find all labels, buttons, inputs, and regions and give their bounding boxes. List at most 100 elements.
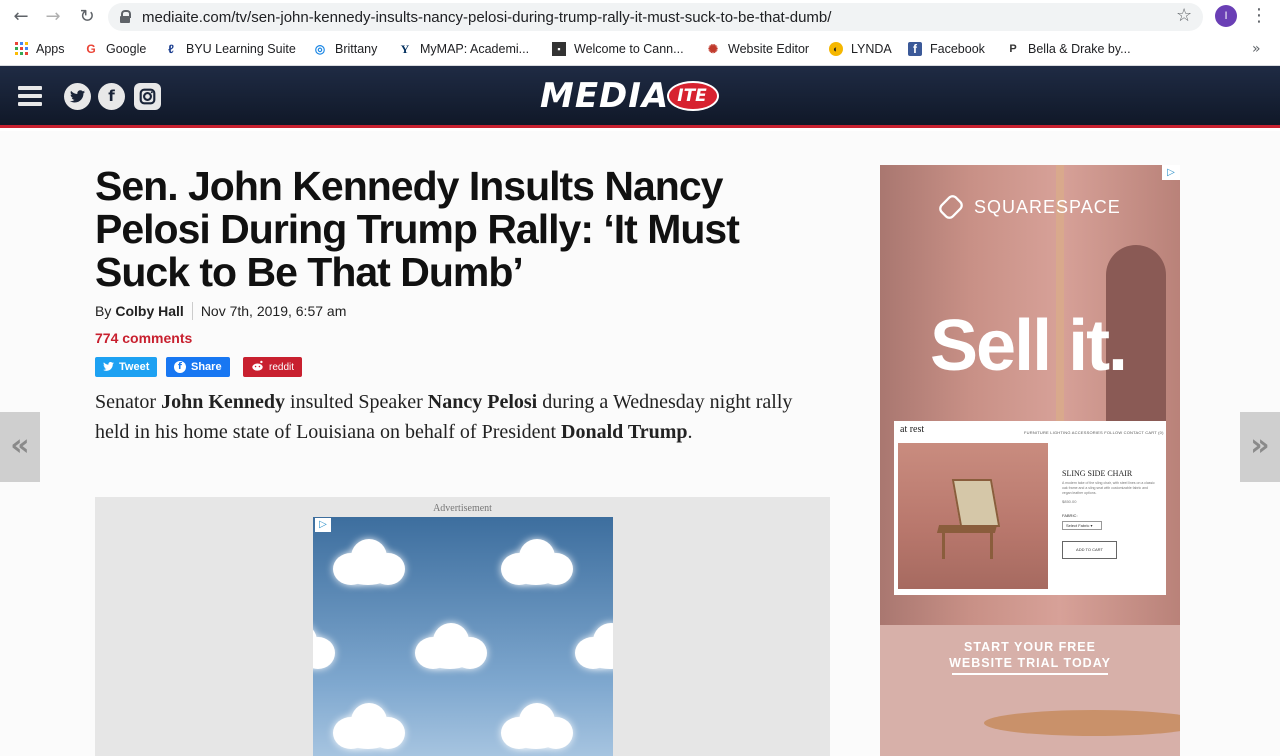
- globe-icon: ◎: [314, 42, 326, 56]
- facebook-icon[interactable]: f: [98, 83, 125, 110]
- product-title: SLING SIDE CHAIR: [1062, 469, 1133, 478]
- article-headline: Sen. John Kennedy Insults Nancy Pelosi D…: [95, 163, 740, 295]
- bookmark-apps[interactable]: Apps: [14, 42, 65, 56]
- bookmark-label: Bella & Drake by...: [1028, 42, 1131, 56]
- product-price: $850.00: [1062, 499, 1077, 504]
- bookmark-mymap[interactable]: Y MyMAP: Academi...: [398, 42, 529, 56]
- squarespace-ad[interactable]: ▷ SQUARESPACE Sell it. at rest FURNITURE…: [880, 165, 1180, 756]
- bookmark-label: Welcome to Cann...: [574, 42, 684, 56]
- share-label: Share: [191, 361, 222, 373]
- lynda-icon: ◐: [829, 42, 843, 56]
- learning-suite-icon: ℓ: [168, 42, 174, 56]
- ad-cta-line1: START YOUR FREE: [964, 640, 1096, 654]
- bookmark-label: Brittany: [335, 42, 378, 56]
- prev-article-arrow[interactable]: «: [0, 412, 40, 482]
- cloud-ad-creative[interactable]: ▷: [313, 517, 613, 756]
- facebook-share-button[interactable]: f Share: [166, 357, 230, 377]
- ad-website-mockup: at rest FURNITURE LIGHTING ACCESSORIES F…: [894, 421, 1166, 595]
- author-link[interactable]: Colby Hall: [115, 303, 183, 319]
- reddit-button[interactable]: reddit: [243, 357, 303, 377]
- bookmark-lynda[interactable]: ◐ LYNDA: [829, 42, 892, 56]
- next-article-arrow[interactable]: »: [1240, 412, 1280, 482]
- adchoices-icon[interactable]: ▷: [1162, 165, 1180, 180]
- comments-link[interactable]: 774 comments: [95, 330, 192, 346]
- lede-text: .: [687, 421, 693, 443]
- squarespace-brand: SQUARESPACE: [974, 196, 1121, 217]
- bookmark-label: BYU Learning Suite: [186, 42, 296, 56]
- browser-toolbar: ← → ↻ mediaite.com/tv/sen-john-kennedy-i…: [0, 0, 1280, 34]
- logo-text: MEDIA: [540, 76, 670, 116]
- adchoices-icon[interactable]: ▷: [315, 518, 331, 532]
- bookmark-label: Website Editor: [728, 42, 810, 56]
- byu-y-icon: Y: [400, 42, 410, 56]
- bookmark-label: Facebook: [930, 42, 985, 56]
- profile-avatar[interactable]: I: [1215, 5, 1237, 27]
- bookmark-website-editor[interactable]: ✺ Website Editor: [706, 42, 809, 56]
- ad-headline: Sell it.: [930, 306, 1128, 386]
- bookmark-label: MyMAP: Academi...: [420, 42, 530, 56]
- cannon-icon: ▪: [552, 42, 566, 56]
- squarespace-logo: SQUARESPACE: [936, 192, 1121, 222]
- mockup-site-logo: at rest: [900, 424, 925, 435]
- tweet-button[interactable]: Tweet: [95, 357, 158, 377]
- cloud-shape: [501, 539, 573, 585]
- fabric-select: Select Fabric ▾: [1062, 521, 1102, 530]
- twitter-bird-icon: [103, 361, 114, 374]
- article-lede: Senator John Kennedy insulted Speaker Na…: [95, 387, 815, 447]
- cloud-shape: [415, 623, 487, 669]
- ad-cta-line2: WEBSITE TRIAL TODAY: [949, 656, 1111, 670]
- mockup-site-nav: FURNITURE LIGHTING ACCESSORIES FOLLOW CO…: [1024, 430, 1164, 435]
- p-icon: P: [1009, 43, 1017, 55]
- add-to-cart-button: ADD TO CART: [1062, 541, 1117, 559]
- bookmark-brittany[interactable]: ◎ Brittany: [313, 42, 378, 56]
- dots-icon: [894, 413, 914, 426]
- address-bar[interactable]: mediaite.com/tv/sen-john-kennedy-insults…: [108, 3, 1203, 31]
- bookmark-facebook[interactable]: f Facebook: [908, 42, 985, 56]
- reload-icon[interactable]: ↻: [76, 6, 98, 28]
- bookmark-label: LYNDA: [851, 42, 892, 56]
- squarespace-mark-icon: [936, 192, 966, 222]
- bookmarks-overflow-icon[interactable]: »: [1252, 41, 1261, 57]
- google-icon: G: [86, 42, 96, 56]
- ad-label: Advertisement: [433, 503, 492, 514]
- fabric-label: FABRIC:: [1062, 513, 1078, 518]
- site-header: f MEDIA ITE: [0, 66, 1280, 128]
- cloud-shape: [501, 703, 573, 749]
- tweet-label: Tweet: [119, 361, 150, 373]
- bookmark-google[interactable]: G Google: [84, 42, 146, 56]
- lede-text: Senator: [95, 391, 162, 413]
- reddit-label: reddit: [269, 361, 295, 373]
- url-text[interactable]: mediaite.com/tv/sen-john-kennedy-insults…: [142, 9, 831, 26]
- mediaite-logo[interactable]: MEDIA ITE: [540, 76, 719, 116]
- editor-icon: ✺: [707, 42, 719, 56]
- back-arrow-icon[interactable]: ←: [10, 6, 32, 28]
- twitter-icon[interactable]: [64, 83, 91, 110]
- bookmark-cannon[interactable]: ▪ Welcome to Cann...: [552, 42, 684, 56]
- forward-arrow-icon[interactable]: →: [42, 6, 64, 28]
- publish-date: Nov 7th, 2019, 6:57 am: [200, 303, 347, 319]
- instagram-icon[interactable]: [134, 83, 161, 110]
- ad-cta: START YOUR FREE WEBSITE TRIAL TODAY: [880, 639, 1180, 671]
- reddit-alien-icon: [251, 360, 264, 374]
- bookmarks-bar: Apps G Google ℓ BYU Learning Suite ◎ Bri…: [0, 34, 1280, 66]
- inline-ad-container: Advertisement ▷: [95, 497, 830, 756]
- facebook-icon: f: [908, 42, 922, 56]
- lede-bold-name: Nancy Pelosi: [427, 391, 538, 413]
- product-description: A modern take of the sling chair, with s…: [1062, 481, 1155, 495]
- lede-bold-name: Donald Trump: [561, 421, 688, 443]
- cloud-shape: [333, 703, 405, 749]
- byline-divider: [191, 302, 193, 320]
- ad-cta-underline: [952, 673, 1108, 675]
- cloud-shape: [313, 623, 335, 669]
- bookmark-label: Apps: [36, 42, 65, 56]
- chrome-menu-icon[interactable]: ⋮: [1250, 5, 1268, 26]
- hamburger-menu-icon[interactable]: [18, 86, 42, 106]
- bookmark-star-icon[interactable]: ☆: [1176, 5, 1192, 26]
- byline: By Colby Hall Nov 7th, 2019, 6:57 am: [95, 302, 346, 320]
- lede-bold-name: John Kennedy: [161, 391, 286, 413]
- fabric-select-value: Select Fabric: [1066, 523, 1090, 528]
- bookmark-byu-learning-suite[interactable]: ℓ BYU Learning Suite: [164, 42, 296, 56]
- lede-text: insulted Speaker: [285, 391, 428, 413]
- bookmark-bella-drake[interactable]: P Bella & Drake by...: [1006, 42, 1131, 56]
- lock-icon: [120, 10, 131, 23]
